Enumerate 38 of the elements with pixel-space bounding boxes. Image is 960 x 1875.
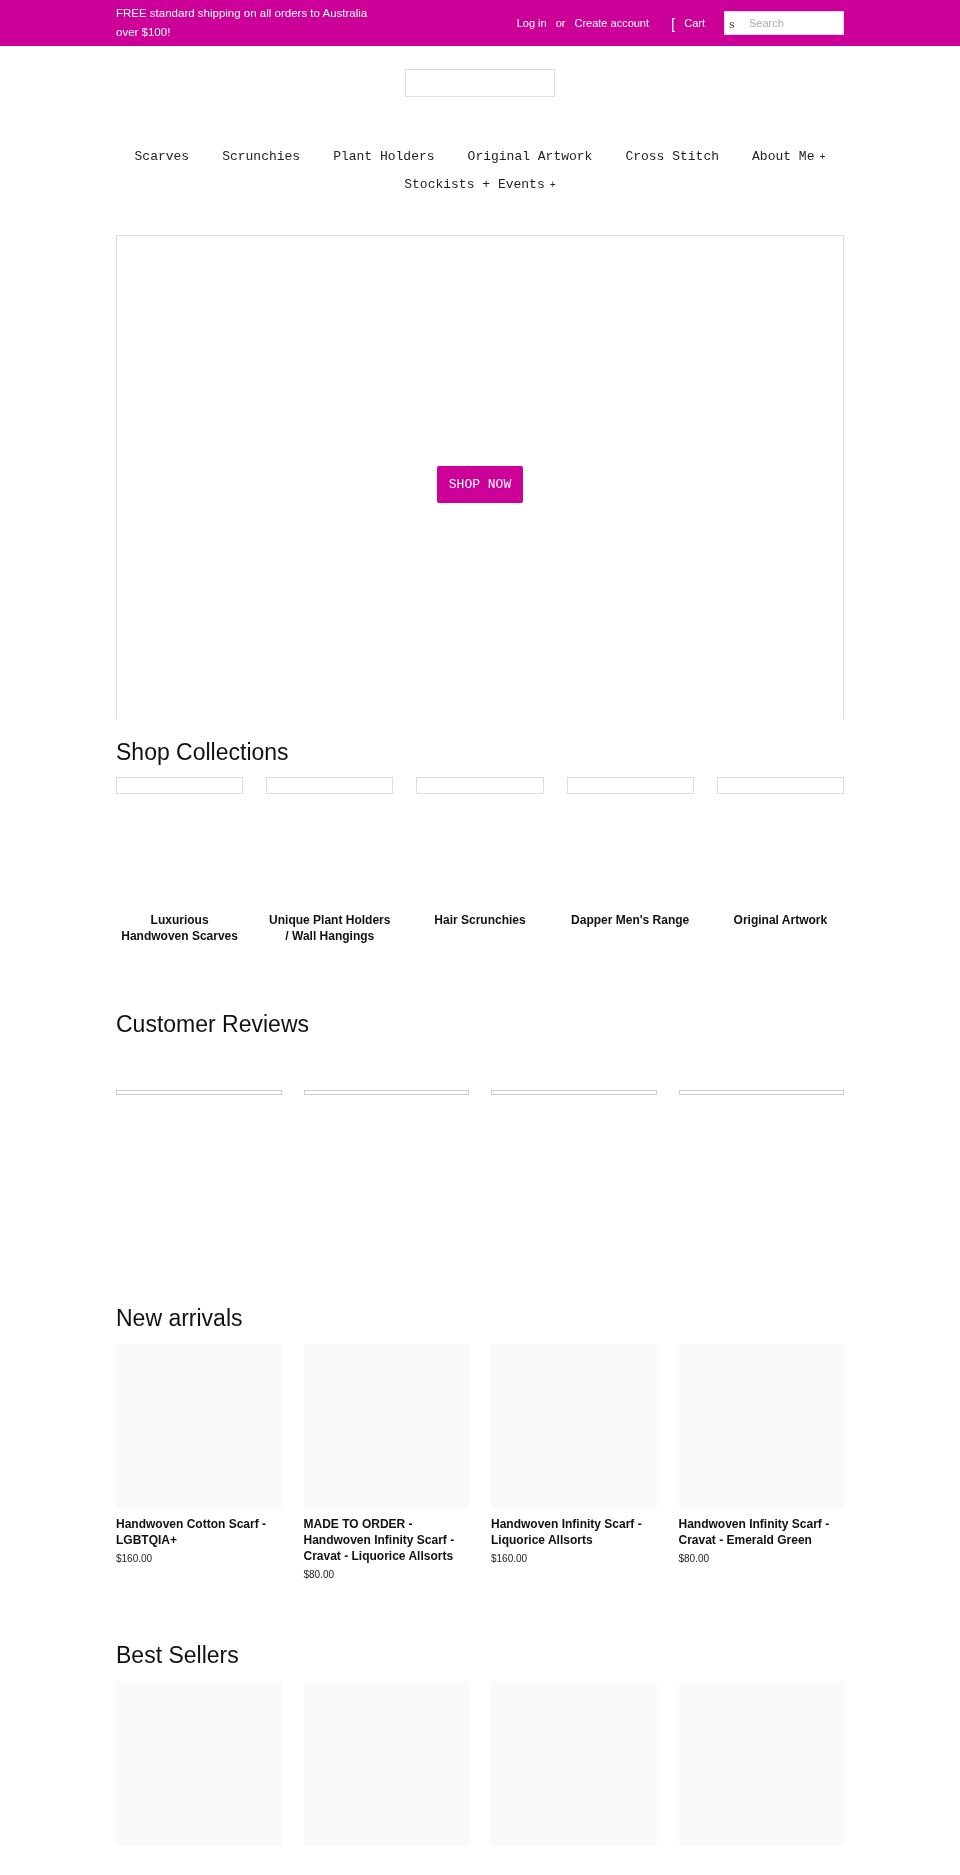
login-link[interactable]: Log in (516, 17, 547, 29)
product-price: $80.00 (303, 1569, 336, 1580)
nav-link[interactable]: Cross Stitch (625, 149, 720, 164)
product-price: $80.00 (678, 1553, 711, 1564)
product-title[interactable]: Handwoven Infinity Scarf - Liquorice Allsorts (491, 1516, 657, 1548)
section-title: Best Sellers (116, 1642, 240, 1669)
nav-link[interactable]: Scarves (134, 149, 190, 164)
collection-title[interactable]: Original Artwork (733, 912, 828, 928)
logo-placeholder[interactable] (405, 69, 555, 97)
collection-image-placeholder[interactable] (416, 777, 544, 794)
shop-now-button[interactable]: SHOP NOW (436, 466, 524, 503)
product-title[interactable]: MADE TO ORDER - Handwoven Infinity Scarf - Cravat - Liquorice Allsorts (303, 1516, 469, 1564)
nav-link[interactable]: Plant Holders (333, 149, 435, 164)
nav-link[interactable]: Stockists + Events + (404, 177, 556, 192)
collection-title[interactable]: Luxurious Handwoven Scarves (116, 912, 244, 944)
product-title[interactable]: Handwoven Infinity Scarf - Cravat - Emerald Green (678, 1516, 844, 1548)
section-title: New arrivals (116, 1305, 244, 1332)
search-icon: s (729, 18, 735, 31)
section-title: Shop Collections (116, 739, 290, 766)
collection-image-placeholder[interactable] (116, 777, 244, 794)
nav-link[interactable]: Scrunchies (222, 149, 301, 164)
nav-link[interactable]: Original Artwork (467, 149, 593, 164)
section-title: Customer Reviews (116, 1011, 310, 1038)
product-price: $160.00 (116, 1553, 154, 1564)
collection-image-placeholder[interactable] (566, 777, 694, 794)
separator-text: or (555, 17, 566, 29)
collection-image-placeholder[interactable] (266, 777, 394, 794)
announcement-text: FREE standard shipping on all orders to Australia over $100! (116, 6, 369, 40)
create-account-link[interactable]: Create account (574, 17, 650, 29)
cart-icon[interactable]: [ (671, 14, 676, 32)
product-title[interactable]: Handwoven Cotton Scarf - LGBTQIA+ (116, 1516, 282, 1548)
collection-title[interactable]: Hair Scrunchies (434, 912, 526, 928)
nav-link[interactable]: About Me + (752, 149, 826, 164)
collection-title[interactable]: Unique Plant Holders / Wall Hangings (266, 912, 394, 944)
collection-title[interactable]: Dapper Men's Range (571, 912, 690, 928)
collection-image-placeholder[interactable] (716, 777, 844, 794)
product-price: $160.00 (491, 1553, 529, 1564)
cart-link[interactable]: Cart (684, 17, 705, 29)
